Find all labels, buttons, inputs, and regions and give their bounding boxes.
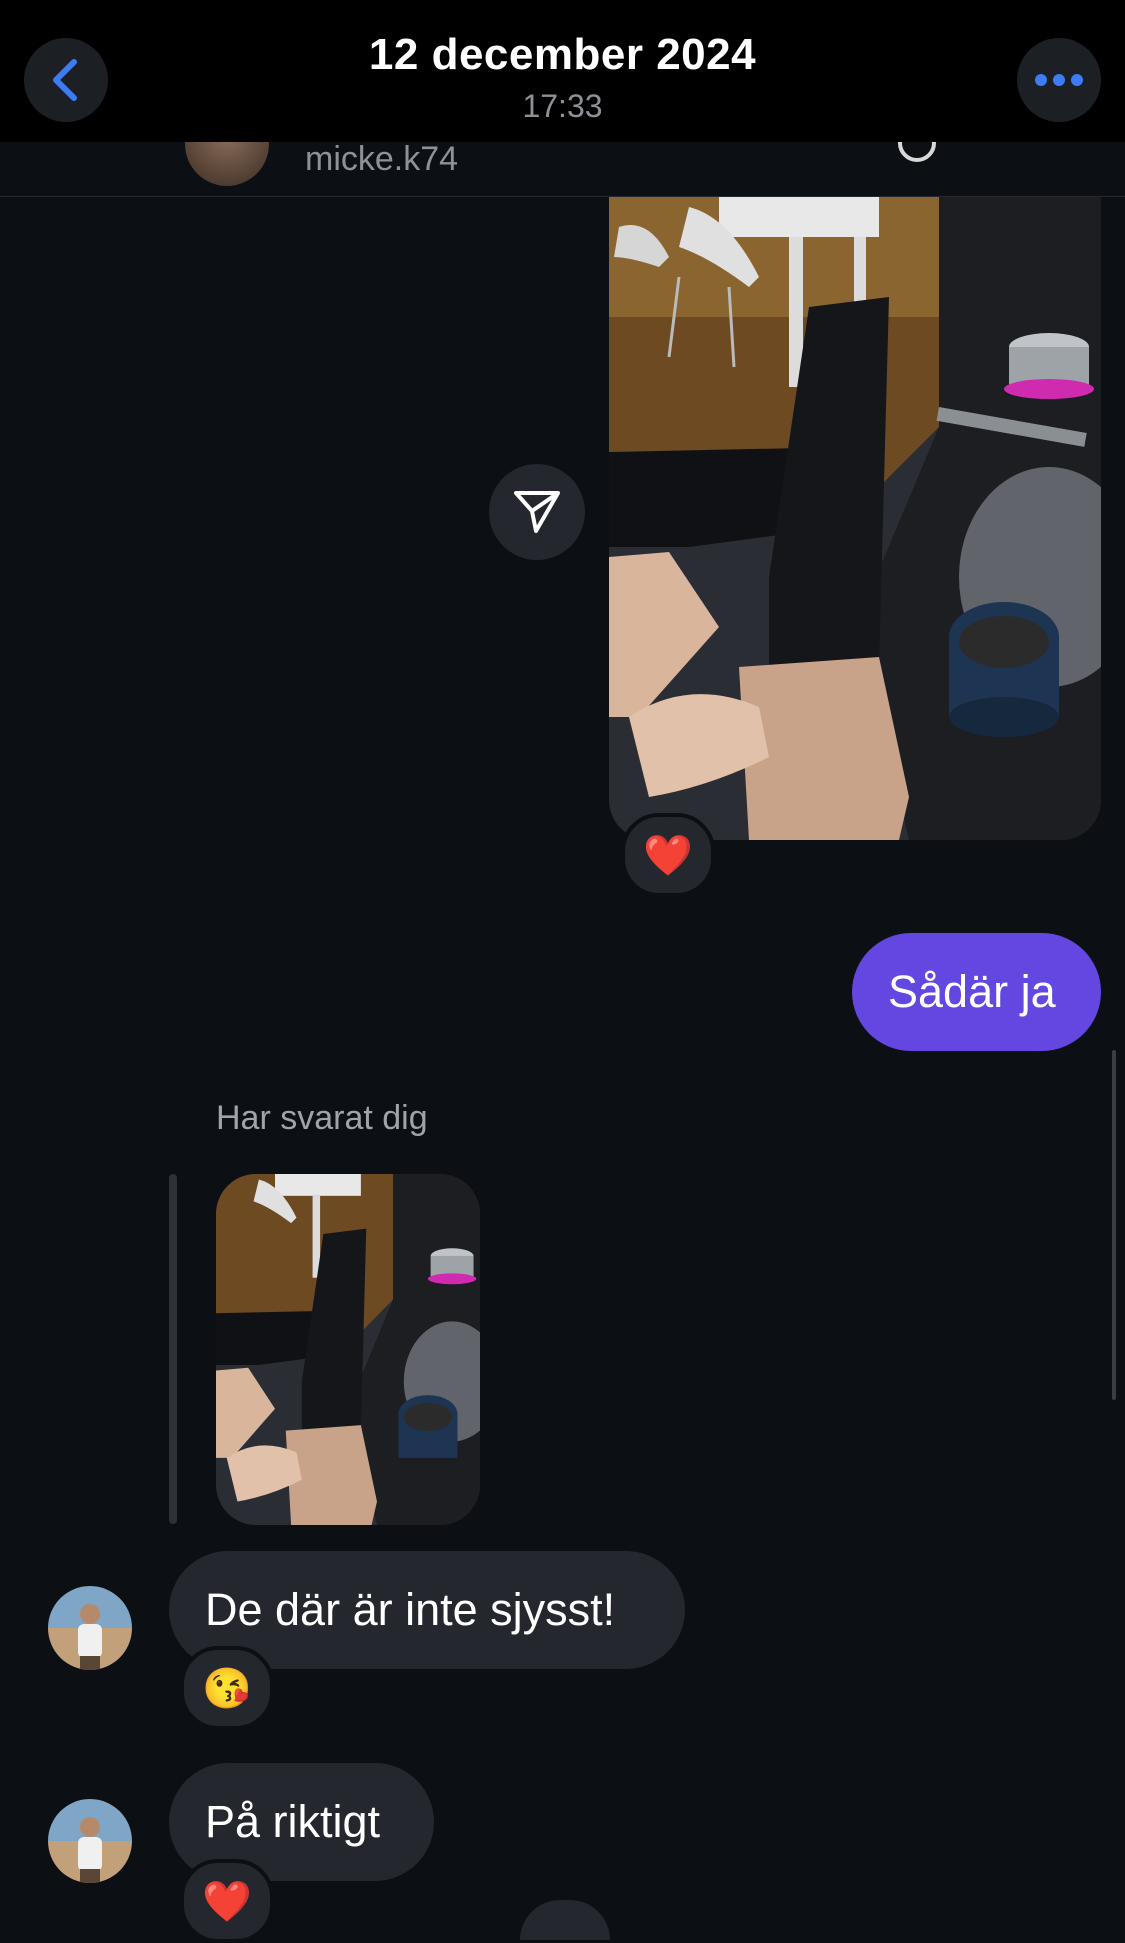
more-options-button[interactable] — [1017, 38, 1101, 122]
sent-photo[interactable] — [609, 197, 1101, 840]
quoted-photo-image — [216, 1174, 480, 1525]
photo-image — [609, 197, 1101, 840]
avatar-image — [48, 1799, 132, 1883]
status-icon — [898, 142, 936, 162]
profile-peek-row[interactable]: micke.k74 — [0, 142, 1125, 197]
ellipsis-icon — [1035, 74, 1083, 86]
profile-avatar — [185, 142, 269, 186]
message-reaction[interactable]: 😘 — [180, 1646, 274, 1730]
header-time: 17:33 — [522, 88, 603, 124]
paper-plane-icon — [514, 491, 560, 533]
sent-message-bubble[interactable]: Sådär ja — [852, 933, 1101, 1051]
sender-avatar[interactable] — [48, 1799, 132, 1883]
forward-button[interactable] — [489, 464, 585, 560]
sent-message-text: Sådär ja — [888, 966, 1056, 1017]
received-message-text: De där är inte sjysst! — [205, 1584, 616, 1635]
reply-quote-bar — [169, 1174, 177, 1524]
reply-label: Har svarat dig — [216, 1099, 428, 1137]
chat-header: 12 december 2024 17:33 — [0, 0, 1125, 142]
profile-username: micke.k74 — [305, 142, 459, 178]
header-date: 12 december 2024 — [368, 30, 757, 79]
photo-reaction[interactable]: ❤️ — [621, 813, 715, 897]
avatar-image — [48, 1586, 132, 1670]
partial-reaction — [520, 1900, 610, 1940]
sender-avatar[interactable] — [48, 1586, 132, 1670]
received-message-text: På riktigt — [205, 1796, 381, 1847]
scrollbar[interactable] — [1112, 1050, 1116, 1400]
quoted-photo[interactable] — [216, 1174, 480, 1525]
message-reaction[interactable]: ❤️ — [180, 1859, 274, 1943]
